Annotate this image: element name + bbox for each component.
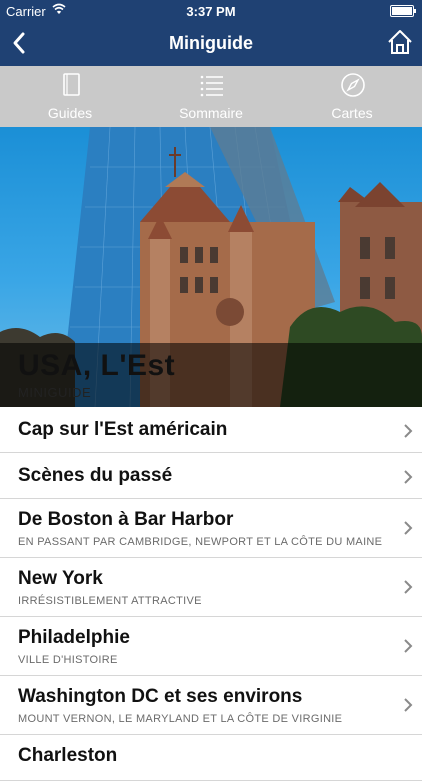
tab-bar: Guides Sommaire Cartes: [0, 66, 422, 128]
list-item-title: Philadelphie: [18, 627, 130, 648]
hero-banner[interactable]: USA, L'Est MINIGUIDE: [0, 127, 422, 407]
list-icon: [200, 75, 223, 97]
tab-guides-label: Guides: [47, 105, 93, 121]
list-item-title: Washington DC et ses environs: [18, 686, 303, 707]
chevron-right-icon: [404, 470, 413, 484]
list-item-subtitle: VILLE D'HISTOIRE: [18, 654, 118, 666]
chevron-right-icon: [404, 424, 413, 438]
page-title: Miniguide: [169, 33, 253, 53]
list-item-title: Cap sur l'Est américain: [18, 419, 228, 440]
list-item-title: De Boston à Bar Harbor: [18, 509, 234, 530]
chapter-list: Cap sur l'Est américain Scènes du passé …: [0, 407, 422, 781]
chevron-right-icon: [404, 521, 413, 535]
book-icon: [63, 73, 80, 96]
list-item[interactable]: New York IRRÉSISTIBLEMENT ATTRACTIVE: [0, 558, 422, 617]
list-item-title: Scènes du passé: [18, 465, 173, 486]
chevron-right-icon: [404, 698, 413, 712]
tab-sommaire[interactable]: Sommaire: [141, 66, 281, 127]
battery-icon: [390, 5, 416, 17]
list-item-subtitle: MOUNT VERNON, LE MARYLAND ET LA CÔTE DE …: [18, 713, 343, 725]
list-item[interactable]: Philadelphie VILLE D'HISTOIRE: [0, 617, 422, 676]
status-bar: Carrier 3:37 PM: [0, 0, 422, 22]
list-item[interactable]: Cap sur l'Est américain: [0, 407, 422, 453]
list-item-subtitle: EN PASSANT PAR CAMBRIDGE, NEWPORT ET LA …: [18, 536, 383, 548]
guide-subtitle: MINIGUIDE: [18, 385, 92, 400]
list-item[interactable]: De Boston à Bar Harbor EN PASSANT PAR CA…: [0, 499, 422, 558]
guide-title: USA, L'Est: [18, 349, 176, 382]
list-item-subtitle: IRRÉSISTIBLEMENT ATTRACTIVE: [18, 595, 202, 607]
tab-cartes[interactable]: Cartes: [282, 66, 422, 127]
chevron-right-icon: [404, 639, 413, 653]
list-item-title: New York: [18, 568, 103, 589]
nav-bar: Miniguide: [0, 22, 422, 66]
tab-sommaire-label: Sommaire: [179, 105, 243, 121]
list-item[interactable]: Scènes du passé: [0, 453, 422, 499]
tab-guides[interactable]: Guides: [0, 66, 140, 127]
chevron-right-icon: [404, 580, 413, 594]
status-time: 3:37 PM: [186, 4, 236, 19]
tab-cartes-label: Cartes: [331, 105, 373, 121]
list-item[interactable]: Washington DC et ses environs MOUNT VERN…: [0, 676, 422, 735]
list-item[interactable]: Charleston: [0, 735, 422, 781]
home-icon[interactable]: [386, 27, 414, 57]
compass-icon: [341, 73, 365, 97]
list-item-title: Charleston: [18, 745, 118, 766]
